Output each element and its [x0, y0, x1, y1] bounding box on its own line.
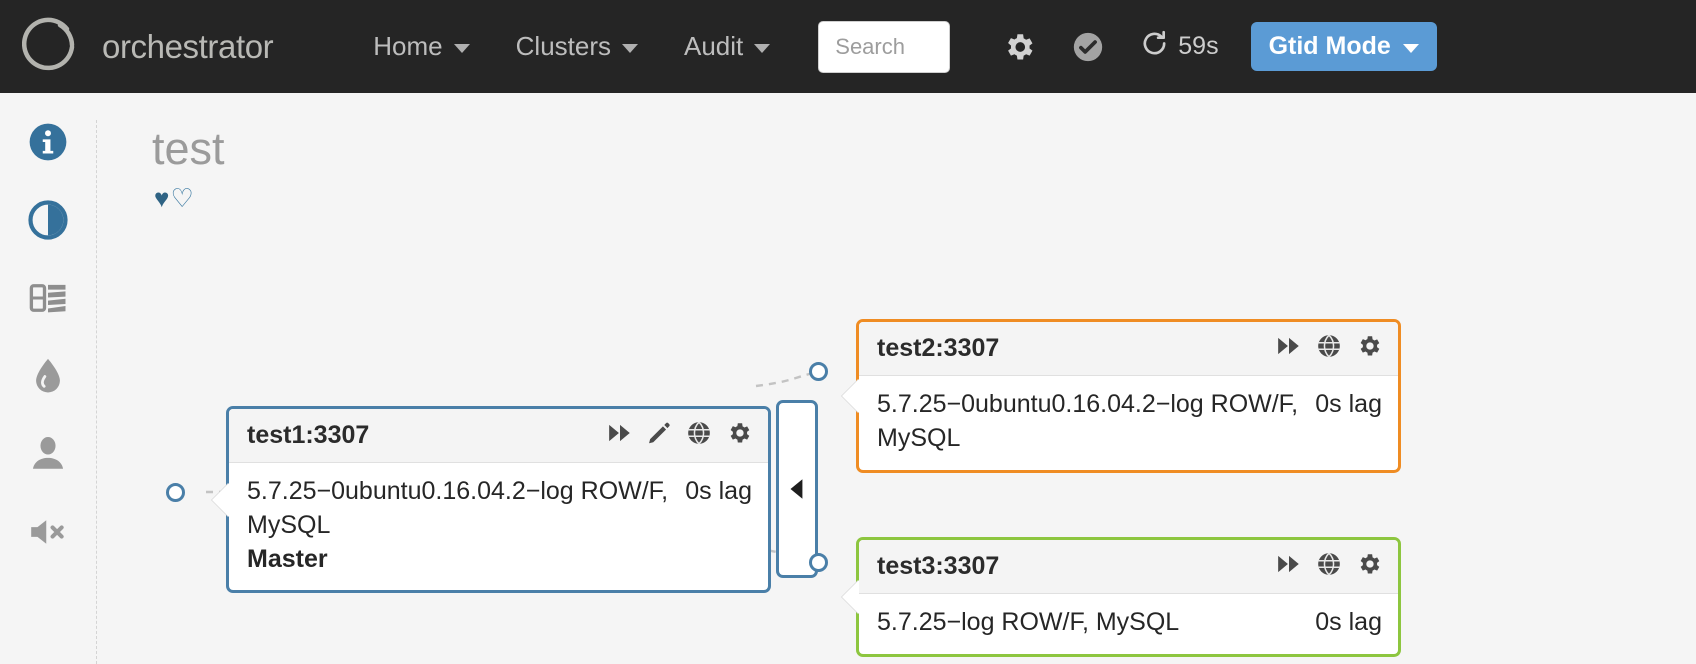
navbar: orchestrator Home Clusters Audit Search …: [0, 0, 1696, 93]
chevron-down-icon: [754, 44, 771, 53]
globe-icon[interactable]: [686, 420, 712, 451]
search-box[interactable]: [818, 20, 951, 73]
node-pointer: [212, 482, 229, 517]
connector-circle-master: [166, 483, 185, 502]
node-lag: 0s lag: [1315, 390, 1382, 418]
cluster-heart-rating[interactable]: ♥♡: [154, 183, 195, 214]
gear-icon[interactable]: [726, 420, 752, 451]
sidebar-item-info[interactable]: [26, 122, 70, 166]
nav-item-home[interactable]: Home: [373, 31, 470, 62]
node-body: 5.7.25−0ubuntu0.16.04.2−log ROW/F, 0s la…: [859, 376, 1398, 470]
node-version: 5.7.25−0ubuntu0.16.04.2−log ROW/F,: [247, 477, 669, 505]
cluster-topology-panel: test ♥♡ test1:3307 5.7.25−0ubuntu0.16.04…: [96, 93, 1696, 664]
node-flavor: MySQL: [877, 423, 961, 452]
volume-mute-icon: [27, 511, 69, 558]
node-header: test2:3307: [859, 322, 1398, 376]
node-pointer: [842, 378, 859, 413]
chevron-down-icon: [1402, 44, 1419, 53]
node-lag: 0s lag: [685, 477, 752, 505]
chevron-down-icon: [622, 44, 638, 53]
refresh-countdown-label: 59s: [1178, 32, 1219, 60]
node-title: test2:3307: [877, 334, 1000, 362]
brand-title: orchestrator: [102, 27, 274, 65]
nav-item-clusters-label: Clusters: [515, 31, 611, 61]
node-role: Master: [247, 544, 328, 573]
gear-icon[interactable]: [1356, 551, 1382, 582]
server-list-icon: [27, 277, 69, 324]
sidebar-item-pool[interactable]: [26, 356, 70, 400]
refresh-icon: [1140, 29, 1169, 65]
sidebar-item-compact-display[interactable]: [26, 199, 70, 246]
globe-icon[interactable]: [1316, 551, 1342, 582]
sidebar-item-instance-details[interactable]: [26, 278, 70, 322]
sidebar-item-user[interactable]: [26, 434, 70, 478]
nav-item-audit[interactable]: Audit: [684, 31, 771, 62]
chevron-down-icon: [453, 44, 470, 53]
globe-icon[interactable]: [1316, 333, 1342, 364]
forward-icon[interactable]: [1276, 333, 1302, 364]
gear-icon[interactable]: [1356, 333, 1382, 364]
nav-links: Home Clusters Audit: [373, 31, 771, 62]
node-actions: [1276, 551, 1382, 582]
node-actions: [607, 420, 752, 451]
chevron-left-icon: [784, 474, 810, 504]
node-body: 5.7.25−log ROW/F, MySQL 0s lag: [859, 594, 1398, 654]
node-version: 5.7.25−log ROW/F, MySQL: [877, 608, 1180, 636]
topology-node-test1[interactable]: test1:3307 5.7.25−0ubuntu0.16.04.2−log R…: [212, 406, 771, 594]
page-title: test: [152, 123, 225, 174]
orchestrator-logo-icon: [21, 16, 84, 78]
node-version: 5.7.25−0ubuntu0.16.04.2−log ROW/F,: [877, 390, 1299, 418]
gear-icon[interactable]: [1002, 30, 1036, 64]
topology-node-test2[interactable]: test2:3307 5.7.25−0ubuntu0.16.04.2−log R…: [842, 319, 1401, 473]
pencil-icon[interactable]: [647, 421, 672, 451]
sidebar-item-mute-alerts[interactable]: [26, 512, 70, 556]
heart-outline-icon[interactable]: ♡: [170, 183, 194, 213]
nav-item-audit-label: Audit: [684, 31, 744, 61]
node-title: test3:3307: [877, 552, 1000, 580]
connector-circle-test2: [809, 362, 828, 381]
node-body: 5.7.25−0ubuntu0.16.04.2−log ROW/F, 0s la…: [229, 463, 768, 590]
gtid-mode-label: Gtid Mode: [1268, 32, 1391, 60]
nav-item-home-label: Home: [373, 31, 443, 61]
topology-node-test3[interactable]: test3:3307 5.7.25−log ROW/F, MySQL 0s la…: [842, 537, 1401, 657]
adjust-contrast-icon: [27, 199, 69, 246]
node-actions: [1276, 333, 1382, 364]
node-flavor: MySQL: [247, 510, 331, 539]
collapse-replicas-handle[interactable]: [776, 400, 818, 578]
user-icon: [27, 433, 69, 480]
node-lag: 0s lag: [1315, 608, 1382, 636]
node-header: test3:3307: [859, 540, 1398, 594]
heart-filled-icon[interactable]: ♥: [154, 183, 170, 213]
refresh-timer[interactable]: 59s: [1140, 29, 1219, 65]
node-header: test1:3307: [229, 409, 768, 463]
sidebar: [0, 93, 96, 664]
search-input[interactable]: [833, 32, 936, 61]
forward-icon[interactable]: [1276, 551, 1302, 582]
info-icon: [27, 121, 69, 168]
gtid-mode-button[interactable]: Gtid Mode: [1250, 22, 1437, 71]
check-circle-icon[interactable]: [1071, 30, 1105, 64]
nav-item-clusters[interactable]: Clusters: [516, 31, 638, 62]
navbar-icons: 59s: [1002, 29, 1219, 65]
node-pointer: [842, 579, 859, 614]
forward-icon[interactable]: [607, 420, 633, 451]
node-title: test1:3307: [247, 421, 370, 449]
tint-droplet-icon: [27, 355, 69, 402]
connector-circle-test3: [809, 553, 828, 572]
brand[interactable]: orchestrator: [21, 16, 274, 78]
